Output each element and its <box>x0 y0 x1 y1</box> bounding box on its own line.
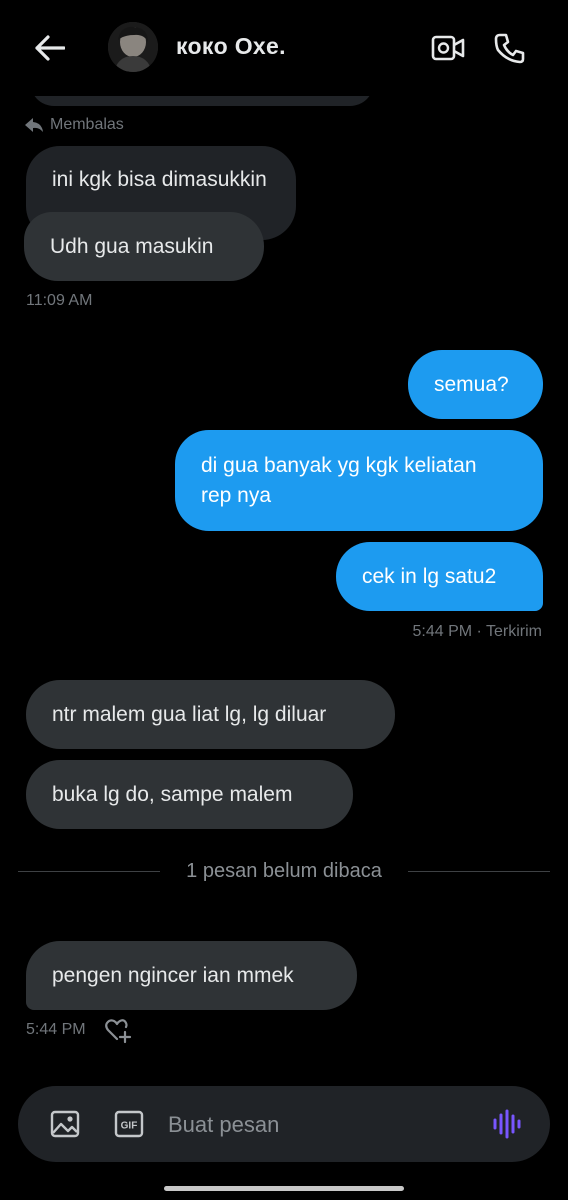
message-text: semua? <box>434 372 509 396</box>
message-timestamp: 5:44 PM <box>26 1021 86 1038</box>
avatar-image <box>108 22 158 72</box>
image-icon <box>50 1110 80 1138</box>
reply-label: Membalas <box>50 116 124 133</box>
message-composer: GIF <box>18 1086 550 1162</box>
message-text-line: di gua banyak yg kgk keliatan <box>201 453 477 477</box>
video-camera-icon <box>431 35 465 61</box>
reply-reference: Membalas <box>24 116 124 134</box>
add-image-button[interactable] <box>48 1108 82 1140</box>
message-text: Udh gua masukin <box>50 234 214 258</box>
chat-header: кокo Oxe. <box>0 0 568 96</box>
contact-name[interactable]: кокo Oxe. <box>176 33 286 60</box>
incoming-message[interactable]: pengen ngincer ian mmek <box>26 941 357 1010</box>
outgoing-message[interactable]: cek in lg satu2 <box>336 542 543 611</box>
quoted-message-text: ini kgk bisa dimasukkin <box>52 168 267 191</box>
message-text: ntr malem gua liat lg, lg diluar <box>52 702 327 726</box>
incoming-message[interactable]: buka lg do, sampe malem <box>26 760 353 829</box>
message-text: pengen ngincer ian mmek <box>52 963 294 987</box>
unread-divider-label: 1 pesan belum dibaca <box>186 860 382 882</box>
outgoing-message[interactable]: semua? <box>408 350 543 419</box>
back-button[interactable] <box>30 28 70 68</box>
message-input[interactable] <box>166 1106 470 1144</box>
message-text: cek in lg satu2 <box>362 564 497 588</box>
gif-label: GIF <box>121 1121 138 1132</box>
arrow-left-icon <box>35 35 65 61</box>
home-indicator[interactable] <box>164 1186 404 1191</box>
add-reaction-button[interactable] <box>104 1016 132 1044</box>
phone-icon <box>494 33 525 64</box>
heart-plus-icon <box>105 1019 132 1044</box>
reply-arrow-icon <box>25 118 43 132</box>
message-timestamp: 11:09 AM <box>26 292 93 309</box>
incoming-message[interactable]: ntr malem gua liat lg, lg diluar <box>26 680 395 749</box>
incoming-message[interactable]: Udh gua masukin <box>24 212 264 281</box>
voice-message-button[interactable] <box>488 1106 526 1142</box>
message-text-line: rep nya <box>201 483 272 507</box>
message-status: 5:44 PM · Terkirim <box>412 623 542 640</box>
voice-wave-icon <box>493 1109 521 1139</box>
message-text: buka lg do, sampe malem <box>52 782 293 806</box>
video-call-button[interactable] <box>428 28 468 68</box>
voice-call-button[interactable] <box>490 28 530 68</box>
outgoing-message[interactable]: di gua banyak yg kgk keliatan rep nya <box>175 430 543 531</box>
gif-icon: GIF <box>114 1110 144 1138</box>
gif-button[interactable]: GIF <box>112 1108 146 1140</box>
avatar[interactable] <box>108 22 158 72</box>
